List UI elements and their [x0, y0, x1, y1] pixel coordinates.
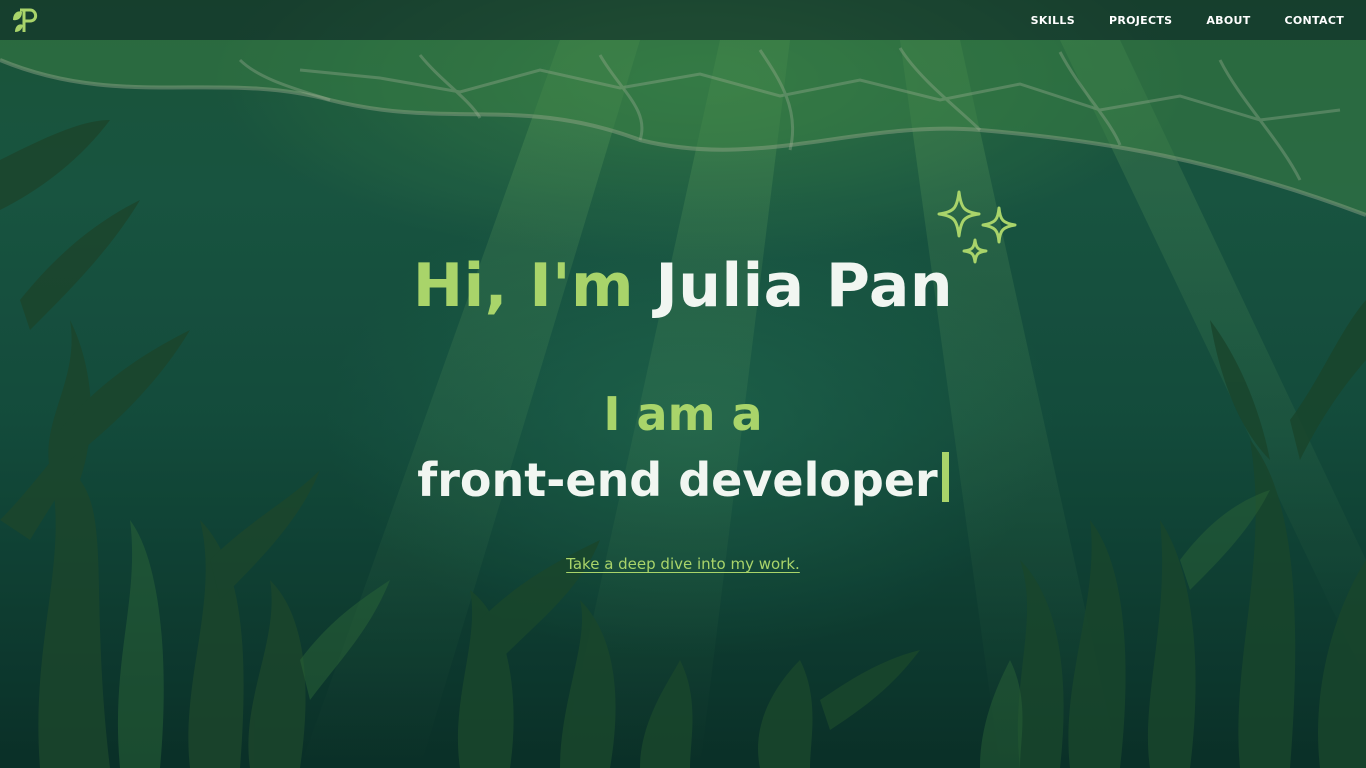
role-text: front-end developer	[417, 453, 938, 507]
nav-link-projects[interactable]: PROJECTS	[1109, 14, 1172, 27]
nav-link-about[interactable]: ABOUT	[1206, 14, 1250, 27]
typing-cursor	[941, 452, 949, 502]
hero-page: SKILLS PROJECTS ABOUT CONTACT Hi, I'm Ju…	[0, 0, 1366, 768]
name-text: Julia Pan	[655, 251, 954, 321]
hero-title: Hi, I'm Julia Pan	[0, 248, 1366, 324]
deep-dive-link[interactable]: Take a deep dive into my work.	[566, 555, 800, 573]
nav-link-contact[interactable]: CONTACT	[1285, 14, 1344, 27]
main-nav: SKILLS PROJECTS ABOUT CONTACT	[997, 0, 1344, 40]
intro-text: I am a	[603, 387, 763, 441]
nav-link-skills[interactable]: SKILLS	[1031, 14, 1075, 27]
top-navbar: SKILLS PROJECTS ABOUT CONTACT	[0, 0, 1366, 40]
cta-wrapper: Take a deep dive into my work.	[0, 554, 1366, 573]
leaf-p-monogram-icon[interactable]	[10, 4, 42, 36]
greeting-text: Hi, I'm	[412, 251, 635, 321]
role-line: front-end developer	[0, 448, 1366, 512]
